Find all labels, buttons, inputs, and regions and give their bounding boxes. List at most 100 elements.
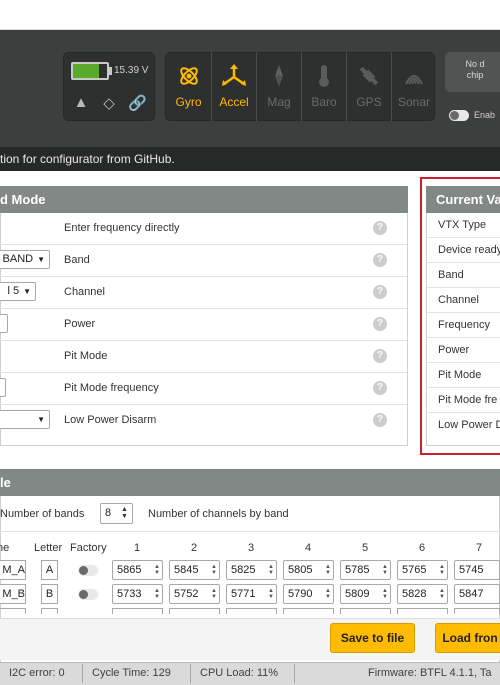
- frequency-input[interactable]: 5828 ▲ ▼: [397, 584, 448, 604]
- band-name-input[interactable]: M_B: [0, 584, 26, 604]
- spinner-icon[interactable]: ▲ ▼: [439, 564, 445, 576]
- sensor-baro: Baro: [301, 52, 346, 121]
- sensor-label: Gyro: [175, 95, 202, 109]
- help-icon[interactable]: ?: [373, 253, 387, 267]
- help-icon[interactable]: ?: [373, 349, 387, 363]
- spinner-icon[interactable]: ▲ ▼: [154, 564, 160, 576]
- pit-mode-frequency-input[interactable]: [0, 378, 6, 397]
- frequency-input[interactable]: 5809 ▲ ▼: [340, 584, 391, 604]
- setting-label: Channel: [64, 286, 105, 298]
- frequency-input[interactable]: [397, 608, 448, 614]
- setting-row-pit-mode: Pit Mode ?: [0, 341, 407, 373]
- notice-bar: tion for configurator from GitHub.: [0, 147, 500, 171]
- frequency-input[interactable]: 5845 ▲ ▼: [169, 560, 220, 580]
- help-icon[interactable]: ?: [373, 221, 387, 235]
- sensor-label: Baro: [311, 95, 337, 109]
- setting-label: Enter frequency directly: [64, 222, 180, 234]
- frequency-input[interactable]: 5865 ▲ ▼: [112, 560, 163, 580]
- help-icon[interactable]: ?: [373, 413, 387, 427]
- gem-icon: ◇: [103, 95, 115, 112]
- low-power-disarm-select[interactable]: ▼: [0, 410, 50, 429]
- status-divider: [82, 664, 83, 683]
- no-data-line2: chip: [466, 70, 484, 80]
- load-from-file-button[interactable]: Load fron: [435, 623, 500, 653]
- frequency-input[interactable]: 5805 ▲ ▼: [283, 560, 334, 580]
- chevron-down-icon: ▼: [23, 287, 31, 296]
- frequency-input[interactable]: 5847: [454, 584, 500, 604]
- spinner-icon[interactable]: ▲ ▼: [154, 588, 160, 600]
- current-value-row: Band: [427, 263, 500, 288]
- frequency-input[interactable]: [226, 608, 277, 614]
- frequency-value: 5825: [231, 564, 256, 576]
- setting-row-pit-mode-frequency: Pit Mode frequency ?: [0, 373, 407, 405]
- setting-label: Pit Mode frequency: [64, 382, 159, 394]
- firmware-status: Firmware: BTFL 4.1.1, Ta: [368, 667, 492, 679]
- column-header-channel: 7: [476, 542, 483, 554]
- chevron-down-icon: ▼: [37, 415, 45, 424]
- spinner-icon[interactable]: ▲ ▼: [382, 564, 388, 576]
- frequency-value: 5790: [288, 588, 313, 600]
- frequency-input[interactable]: 5745: [454, 560, 500, 580]
- sensor-gyro: Gyro: [166, 52, 211, 121]
- spinner-icon[interactable]: ▲ ▼: [268, 588, 274, 600]
- status-divider: [190, 664, 191, 683]
- save-to-file-button[interactable]: Save to file: [330, 623, 415, 653]
- spinner-icon[interactable]: ▲ ▼: [382, 588, 388, 600]
- spinner-icon[interactable]: ▲ ▼: [439, 588, 445, 600]
- frequency-input[interactable]: 5752 ▲ ▼: [169, 584, 220, 604]
- setting-row-channel: l 5 ▼ Channel ?: [0, 277, 407, 309]
- battery-voltage: 15.39 V: [114, 65, 149, 76]
- toggle-knob: [79, 590, 88, 599]
- current-value-row: Device ready: [427, 238, 500, 263]
- current-value-row: Pit Mode fre: [427, 388, 500, 413]
- link-icon[interactable]: 🔗: [128, 94, 147, 112]
- current-value-row: Low Power D: [438, 419, 500, 431]
- setting-label: Pit Mode: [64, 350, 108, 362]
- frequency-input[interactable]: 5790 ▲ ▼: [283, 584, 334, 604]
- frequency-input[interactable]: 5765 ▲ ▼: [397, 560, 448, 580]
- band-name-input[interactable]: M_A: [0, 560, 26, 580]
- sensor-label: Sonar: [397, 95, 431, 109]
- frequency-input[interactable]: 5733 ▲ ▼: [112, 584, 163, 604]
- band-letter-input[interactable]: A: [41, 560, 58, 580]
- spinner-icon[interactable]: ▲ ▼: [325, 564, 331, 576]
- band-select[interactable]: BAND ▼: [0, 250, 50, 269]
- sensor-sonar: Sonar: [391, 52, 436, 121]
- power-select[interactable]: [0, 314, 8, 333]
- band-letter-input[interactable]: B: [41, 584, 58, 604]
- frequency-input[interactable]: [454, 608, 500, 614]
- frequency-input[interactable]: [112, 608, 163, 614]
- chevron-down-icon: ▼: [37, 255, 45, 264]
- sensor-gps: GPS: [346, 52, 391, 121]
- spinner-icon[interactable]: ▲ ▼: [211, 564, 217, 576]
- number-of-channels-label: Number of channels by band: [148, 508, 289, 520]
- status-divider: [294, 664, 295, 683]
- spinner-icon[interactable]: ▲ ▼: [325, 588, 331, 600]
- frequency-input[interactable]: [340, 608, 391, 614]
- cycle-time-status: Cycle Time: 129: [92, 667, 171, 679]
- setting-label: Power: [64, 318, 96, 330]
- channel-select-value: l 5: [7, 285, 20, 297]
- help-icon[interactable]: ?: [373, 317, 387, 331]
- frequency-input[interactable]: 5785 ▲ ▼: [340, 560, 391, 580]
- band-letter-input[interactable]: [41, 608, 58, 614]
- frequency-input[interactable]: 5771 ▲ ▼: [226, 584, 277, 604]
- help-icon[interactable]: ?: [373, 381, 387, 395]
- spinner-icon[interactable]: ▲ ▼: [211, 588, 217, 600]
- sensor-accel: Accel: [211, 52, 256, 121]
- frequency-input[interactable]: [283, 608, 334, 614]
- spinner-icon[interactable]: ▲ ▼: [268, 564, 274, 576]
- cpu-load-status: CPU Load: 11%: [200, 667, 279, 679]
- vtx-table-title: le: [0, 469, 500, 496]
- number-of-bands-input[interactable]: 8: [100, 503, 133, 524]
- band-select-value: BAND: [2, 253, 34, 265]
- frequency-input[interactable]: 5825 ▲ ▼: [226, 560, 277, 580]
- sensor-label: GPS: [356, 95, 382, 109]
- frequency-value: 5745: [459, 564, 484, 576]
- spinner-icon[interactable]: ▲ ▼: [121, 506, 128, 520]
- column-header-name: ne: [0, 542, 10, 554]
- frequency-input[interactable]: [169, 608, 220, 614]
- band-name-input[interactable]: [0, 608, 26, 614]
- help-icon[interactable]: ?: [373, 285, 387, 299]
- channel-select[interactable]: l 5 ▼: [0, 282, 36, 301]
